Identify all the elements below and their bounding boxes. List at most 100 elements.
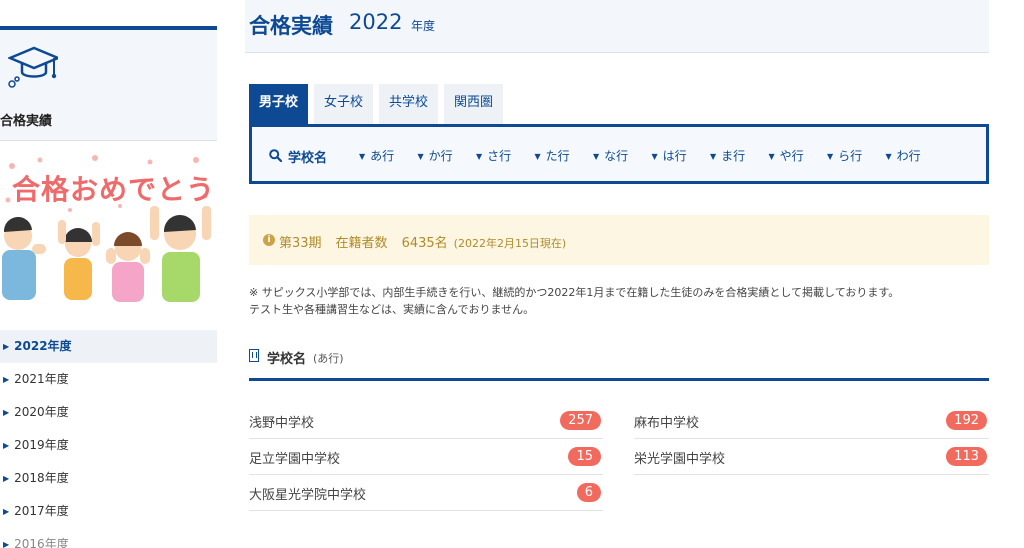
caret-down-icon: ▼ [651, 152, 658, 161]
caret-down-icon: ▼ [476, 152, 483, 161]
year-label: 2018年度 [14, 471, 69, 485]
caret-right-icon: ▶ [3, 441, 10, 450]
year-label: 2019年度 [14, 438, 69, 452]
section-title: 学校名 [267, 352, 307, 367]
pass-count-badge: 192 [946, 411, 987, 430]
pass-count-badge: 113 [946, 447, 987, 466]
year-item[interactable]: ▶ 2016年度 [0, 528, 217, 548]
caret-down-icon: ▼ [768, 152, 775, 161]
school-list-right: 麻布中学校 192 栄光学園中学校 113 [634, 403, 989, 475]
school-row: 足立学園中学校 15 [249, 439, 603, 475]
notice-date: (2022年2月15日現在) [453, 237, 567, 250]
kana-filter-label: わ行 [896, 149, 921, 163]
kana-filter-item[interactable]: ▼ ら行 [827, 147, 886, 164]
year-label: 2021年度 [14, 372, 69, 386]
caret-right-icon: ▶ [3, 507, 10, 516]
school-type-tabs: 男子校 女子校 共学校 関西圏 [249, 84, 504, 124]
caret-right-icon: ▶ [3, 408, 10, 417]
school-name-filter: 学校名 ▼ あ行 ▼ か行 ▼ さ行 ▼ た行 ▼ な行 ▼ は行 ▼ ま行 ▼ や行 ▼ ら行 ▼ わ行 [249, 124, 989, 184]
kana-filter-item[interactable]: ▼ ま行 [710, 147, 769, 164]
caret-down-icon: ▼ [885, 152, 892, 161]
kid-1 [2, 216, 46, 300]
caret-down-icon: ▼ [417, 152, 424, 161]
tab-boys-school[interactable]: 男子校 [249, 84, 309, 124]
page-header: 合格実績 2022 年度 [245, 0, 989, 53]
sidebar-header: 合格実績 [0, 30, 217, 141]
year-item[interactable]: ▶ 2018年度 [0, 462, 217, 495]
caret-right-icon: ▶ [3, 474, 10, 483]
kana-filter-item[interactable]: ▼ な行 [593, 147, 652, 164]
kid-2 [58, 220, 100, 300]
kana-filter-item[interactable]: ▼ か行 [418, 147, 477, 164]
kana-filter-label: た行 [545, 149, 570, 163]
caret-right-icon: ▶ [3, 375, 10, 384]
tab-kansai[interactable]: 関西圏 [444, 84, 504, 124]
page-title-year: 2022 [349, 10, 403, 34]
caret-right-icon: ▶ [3, 540, 10, 548]
year-label: 2022年度 [14, 339, 72, 353]
caret-down-icon: ▼ [827, 152, 834, 161]
school-row: 麻布中学校 192 [634, 403, 989, 439]
year-item[interactable]: ▶ 2019年度 [0, 429, 217, 462]
year-item[interactable]: ▶ 2022年度 [0, 330, 217, 363]
pass-count-badge: 257 [560, 411, 601, 430]
year-item[interactable]: ▶ 2021年度 [0, 363, 217, 396]
info-icon: i [263, 234, 275, 246]
pass-count-badge: 15 [568, 447, 601, 466]
kana-filter-item[interactable]: ▼ や行 [769, 147, 828, 164]
page-title-suffix: 年度 [411, 19, 436, 33]
school-row: 栄光学園中学校 113 [634, 439, 989, 475]
kana-filter-item[interactable]: ▼ わ行 [886, 147, 945, 164]
kana-filter-item[interactable]: ▼ た行 [535, 147, 594, 164]
school-name[interactable]: 麻布中学校 [634, 412, 699, 431]
tab-girls-school[interactable]: 女子校 [314, 84, 374, 124]
year-list: ▶ 2022年度 ▶ 2021年度 ▶ 2020年度 ▶ 2019年度 ▶ 2018年度 ▶ 2017… [0, 330, 217, 548]
kana-filter-label: ら行 [838, 149, 863, 163]
kana-filter-item[interactable]: ▼ さ行 [476, 147, 535, 164]
kana-filter-item[interactable]: ▼ あ行 [359, 147, 418, 164]
sidebar: 合格実績 合格おめでとう ▶ 2022年度 ▶ 2021年度 ▶ 2020年度 … [0, 0, 217, 548]
disclaimer-line-1: ※ サピックス小学部では、内部生手続きを行い、継続的かつ2022年1月まで在籍し… [249, 286, 900, 299]
congrats-banner-text: 合格おめでとう [12, 173, 216, 206]
school-name[interactable]: 浅野中学校 [249, 412, 314, 431]
page-title: 合格実績 [249, 14, 333, 38]
year-label: 2020年度 [14, 405, 69, 419]
kid-3 [106, 232, 150, 302]
kana-filter-label: あ行 [370, 149, 395, 163]
school-name[interactable]: 大阪星光学院中学校 [249, 484, 366, 503]
search-icon [269, 149, 282, 162]
caret-down-icon: ▼ [593, 152, 600, 161]
school-name[interactable]: 足立学園中学校 [249, 448, 340, 467]
caret-down-icon: ▼ [710, 152, 717, 161]
kana-filter-label: か行 [428, 149, 453, 163]
kana-filter-label: や行 [779, 149, 804, 163]
disclaimer-note: ※ サピックス小学部では、内部生手続きを行い、継続的かつ2022年1月まで在籍し… [249, 284, 989, 318]
graduation-cap-icon [8, 46, 58, 88]
school-list-left: 浅野中学校 257 足立学園中学校 15 大阪星光学院中学校 6 [249, 403, 603, 511]
section-subtitle: (あ行) [313, 352, 344, 365]
caret-down-icon: ▼ [359, 152, 366, 161]
year-label: 2016年度 [14, 537, 69, 548]
year-label: 2017年度 [14, 504, 69, 518]
year-item[interactable]: ▶ 2017年度 [0, 495, 217, 528]
school-row: 大阪星光学院中学校 6 [249, 475, 603, 511]
disclaimer-line-2: テスト生や各種講習生などは、実績に含んでおりません。 [249, 303, 535, 316]
tab-coed-school[interactable]: 共学校 [379, 84, 439, 124]
school-row: 浅野中学校 257 [249, 403, 603, 439]
congrats-illustration: 合格おめでとう [0, 148, 217, 310]
notice-period: 第33期 [279, 236, 322, 251]
sidebar-title: 合格実績 [0, 114, 53, 129]
year-item[interactable]: ▶ 2020年度 [0, 396, 217, 429]
school-name[interactable]: 栄光学園中学校 [634, 448, 725, 467]
kana-filter-item[interactable]: ▼ は行 [652, 147, 711, 164]
kana-filter-label: さ行 [487, 149, 512, 163]
kana-filter-label: な行 [604, 149, 629, 163]
enrollment-notice: i 第33期 在籍者数 6435名 (2022年2月15日現在) [249, 215, 989, 265]
kana-filter-label: ま行 [721, 149, 746, 163]
kid-4 [150, 206, 211, 302]
notice-text: 第33期 在籍者数 6435名 (2022年2月15日現在) [279, 232, 566, 251]
notice-enrolled-label: 在籍者数 [335, 236, 388, 251]
kana-filter-label: は行 [662, 149, 687, 163]
kana-filter-list: ▼ あ行 ▼ か行 ▼ さ行 ▼ た行 ▼ な行 ▼ は行 ▼ ま行 ▼ や行 ▼ ら行 ▼ わ行 [359, 147, 944, 164]
notice-enrolled-count: 6435名 [401, 236, 448, 251]
